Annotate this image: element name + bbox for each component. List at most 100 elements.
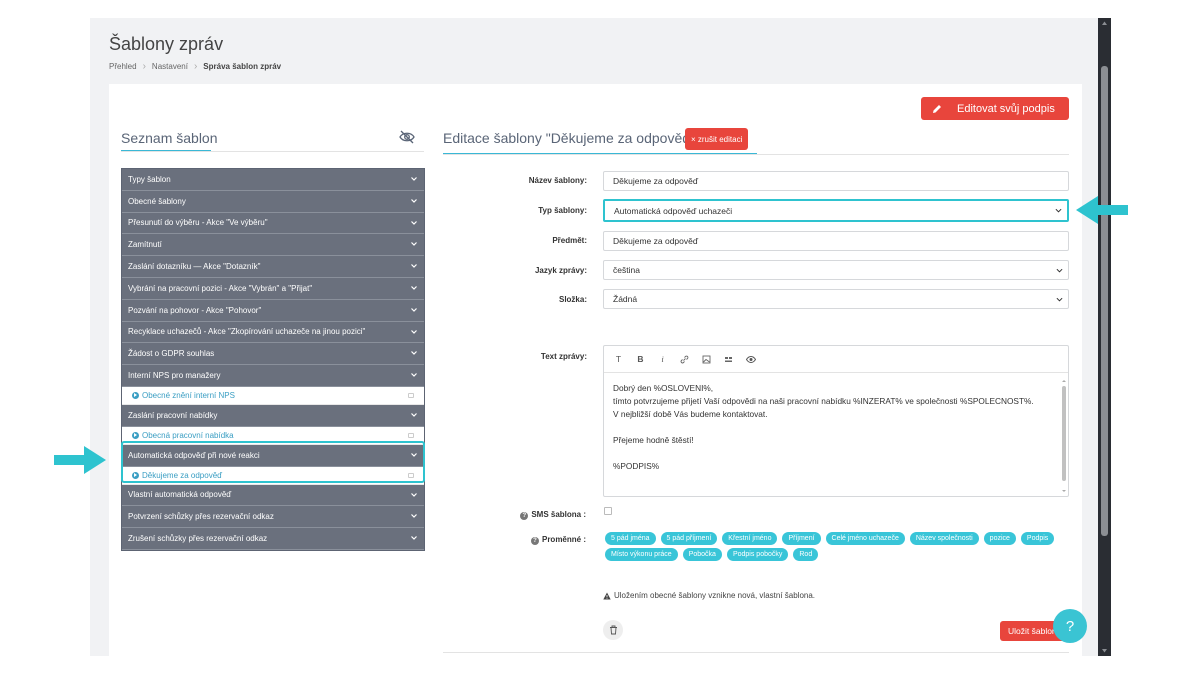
breadcrumb-current: Správa šablon zpráv xyxy=(203,62,282,71)
accordion-group-header[interactable]: Typy šablon xyxy=(122,169,424,191)
edit-signature-label: Editovat svůj podpis xyxy=(957,102,1055,115)
variable-pill[interactable]: Podpis pobočky xyxy=(726,548,789,561)
page-scrollbar[interactable] xyxy=(1098,18,1111,656)
message-editor[interactable]: T B i Dobrý den %OSLOVENI%, tímto potvrzu… xyxy=(603,345,1069,497)
editor-line: %PODPIS% xyxy=(613,461,660,471)
accordion-group-label: Interní NPS pro manažery xyxy=(128,371,221,381)
accordion-group-header[interactable]: Potvrzení schůzky přes rezervační odkaz xyxy=(122,506,424,529)
variable-pill[interactable]: pozice xyxy=(983,532,1016,545)
accordion-group-header[interactable]: Žádost o GDPR souhlas xyxy=(122,343,424,366)
chevron-down-icon xyxy=(411,242,417,247)
copy-icon[interactable] xyxy=(408,432,414,438)
divider xyxy=(443,154,1069,155)
chevron-down-icon xyxy=(411,307,417,312)
accordion-group-header[interactable]: Pozvání na pohovor - Akce "Pohovor" xyxy=(122,299,424,322)
title-underline xyxy=(121,150,211,151)
template-list-item[interactable]: Obecná pracovní nabídka xyxy=(122,426,424,445)
label-sms-text: SMS šablona : xyxy=(531,510,586,519)
accordion-group-header[interactable]: Vlastní automatická odpověď xyxy=(122,484,424,507)
variable-pill[interactable]: Název společnosti xyxy=(909,532,979,545)
variable-pill[interactable]: Rod xyxy=(793,548,819,561)
variable-icon[interactable] xyxy=(724,355,733,364)
label-type: Typ šablony: xyxy=(538,206,587,215)
variable-pill[interactable]: Místo výkonu práce xyxy=(605,548,678,561)
label-language: Jazyk zprávy: xyxy=(534,266,587,275)
breadcrumb: Přehled › Nastavení › Správa šablon zprá… xyxy=(109,61,281,72)
cancel-edit-button[interactable]: × zrušit editaci xyxy=(685,128,749,150)
template-item-label: Děkujeme za odpověď xyxy=(142,470,223,480)
scroll-down-icon[interactable] xyxy=(1101,648,1108,654)
italic-icon[interactable]: i xyxy=(658,354,667,364)
subject-input[interactable]: Děkujeme za odpověď xyxy=(603,231,1069,251)
scroll-up-icon[interactable] xyxy=(1061,378,1067,384)
chevron-down-icon xyxy=(411,536,417,541)
accordion-group-header[interactable]: Obecné šablony xyxy=(122,190,424,213)
variable-pill[interactable]: Celé jméno uchazeče xyxy=(825,532,905,545)
breadcrumb-settings[interactable]: Nastavení xyxy=(152,62,188,71)
image-icon[interactable] xyxy=(702,355,711,364)
breadcrumb-overview[interactable]: Přehled xyxy=(109,62,137,71)
variable-pill[interactable]: Příjmení xyxy=(782,532,821,545)
accordion-group-label: Přesunutí do výběru - Akce "Ve výběru" xyxy=(128,218,268,228)
variable-pill[interactable]: 5 pád jména xyxy=(605,532,656,545)
accordion-group-header[interactable]: Zaslání pracovní nabídky xyxy=(122,404,424,427)
accordion-group-label: Automatická odpověď při nové reakci xyxy=(128,450,260,460)
label-variables: ? Proměnné : xyxy=(466,535,586,545)
editor-line: Dobrý den %OSLOVENI%, xyxy=(613,383,714,393)
template-list-item[interactable]: Děkujeme za odpověď xyxy=(122,466,424,485)
help-circle-icon: ? xyxy=(520,512,529,520)
play-circle-icon xyxy=(132,391,139,399)
link-icon[interactable] xyxy=(680,355,689,364)
delete-button[interactable] xyxy=(603,620,623,640)
language-select[interactable]: čeština xyxy=(603,260,1069,280)
chevron-down-icon xyxy=(411,329,417,334)
accordion-group-label: Zrušení schůzky přes rezervační odkaz xyxy=(128,534,268,544)
copy-icon[interactable] xyxy=(408,392,414,398)
chevron-down-icon xyxy=(411,286,417,290)
template-list-item[interactable]: Obecné znění interní NPS xyxy=(122,386,424,405)
chevron-down-icon xyxy=(1056,297,1063,302)
variable-pill[interactable]: Pobočka xyxy=(682,548,722,561)
label-folder: Složka: xyxy=(558,295,587,304)
content-card: Seznam šablon Typy šablon Obecné šablony P… xyxy=(109,84,1087,656)
editor-title: Editace šablony "Děkujeme za odpověď" xyxy=(443,130,696,146)
variable-pill[interactable]: 5 pád příjmení xyxy=(660,532,718,545)
variable-pill[interactable]: Křestní jméno xyxy=(722,532,778,545)
help-button[interactable]: ? xyxy=(1053,609,1087,643)
accordion-group-header[interactable]: Automatická odpověď při nové reakci xyxy=(122,444,424,467)
preview-eye-icon[interactable] xyxy=(746,355,756,364)
bold-icon[interactable]: B xyxy=(636,354,645,364)
accordion-group-header[interactable]: Zamítnutí xyxy=(122,234,424,257)
label-name: Název šablony: xyxy=(528,176,587,185)
accordion-group-label: Pozvání na pohovor - Akce "Pohovor" xyxy=(128,305,262,315)
editor-toolbar: T B i xyxy=(604,346,1068,373)
accordion-group-header[interactable]: Vybrání na pracovní pozici - Akce "Vybrá… xyxy=(122,277,424,300)
label-variables-text: Proměnné : xyxy=(541,535,586,544)
text-style-icon[interactable]: T xyxy=(614,354,623,364)
copy-icon[interactable] xyxy=(408,472,414,478)
template-name-input[interactable]: Děkujeme za odpověď xyxy=(603,171,1069,191)
accordion-group-header[interactable]: Zaslání dotazníku — Akce "Dotazník" xyxy=(122,256,424,278)
divider xyxy=(121,151,424,152)
chevron-down-icon xyxy=(411,177,417,181)
accordion-group-header[interactable]: Recyklace uchazečů - Akce "Zkopírování u… xyxy=(122,321,424,344)
template-type-select[interactable]: Automatická odpověď uchazeči xyxy=(603,199,1069,222)
sms-checkbox[interactable] xyxy=(604,507,612,515)
variable-pill[interactable]: Podpis xyxy=(1020,532,1055,545)
folder-select[interactable]: Žádná xyxy=(603,289,1069,309)
edit-signature-button[interactable]: Editovat svůj podpis xyxy=(921,97,1069,120)
accordion-group-header[interactable]: Přesunutí do výběru - Akce "Ve výběru" xyxy=(122,212,424,235)
scroll-thumb[interactable] xyxy=(1101,66,1108,536)
warning-message: Uložením obecné šablony vznikne nová, vl… xyxy=(603,591,815,600)
eye-slash-icon[interactable] xyxy=(399,130,415,144)
help-circle-icon: ? xyxy=(530,537,539,545)
editor-scrollbar[interactable] xyxy=(1061,378,1067,494)
accordion-group-label: Vlastní automatická odpověď xyxy=(128,490,232,500)
scroll-down-icon[interactable] xyxy=(1061,488,1067,494)
scroll-thumb[interactable] xyxy=(1062,386,1066,481)
label-sms: ? SMS šablona : xyxy=(466,510,586,520)
editor-content[interactable]: Dobrý den %OSLOVENI%, tímto potvrzujeme p… xyxy=(613,382,1053,473)
accordion-group-header[interactable]: Zrušení schůzky přes rezervační odkaz xyxy=(122,528,424,550)
scroll-up-icon[interactable] xyxy=(1101,20,1108,26)
accordion-group-header[interactable]: Interní NPS pro manažery xyxy=(122,365,424,387)
